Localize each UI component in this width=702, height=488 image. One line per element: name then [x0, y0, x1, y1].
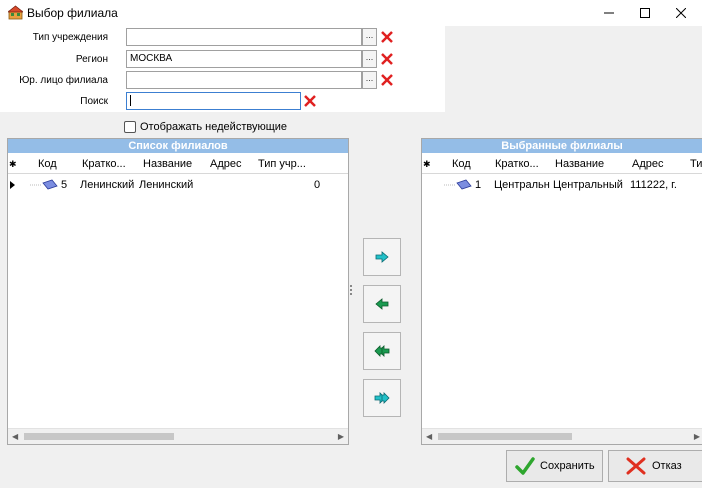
- col-code[interactable]: Код: [38, 158, 57, 170]
- branch-icon: [444, 179, 472, 190]
- selected-list-title: Выбранные филиалы: [422, 139, 702, 153]
- window-title: Выбор филиала: [27, 6, 118, 20]
- col-code[interactable]: Код: [452, 158, 471, 170]
- cell-code: 1: [475, 179, 482, 191]
- scroll-left-icon[interactable]: ◀: [426, 432, 432, 441]
- save-button[interactable]: Сохранить: [506, 450, 603, 482]
- close-window-button[interactable]: [658, 0, 702, 26]
- table-row[interactable]: 5 Ленинский Ленинский 0: [8, 175, 348, 195]
- double-arrow-left-icon: [374, 345, 390, 357]
- cell-name: Ленинский: [139, 179, 194, 191]
- table-row[interactable]: 1 Центральн Центральный 111222, г.: [422, 175, 702, 195]
- selected-list-scrollbar[interactable]: ◀ ▶: [422, 428, 702, 444]
- type-clear-button[interactable]: [378, 28, 395, 46]
- region-clear-button[interactable]: [378, 50, 395, 68]
- legal-entity-field[interactable]: [126, 71, 362, 89]
- cell-short-name: Ленинский: [80, 179, 135, 191]
- scroll-right-icon[interactable]: ▶: [338, 432, 344, 441]
- add-all-button[interactable]: [363, 379, 401, 417]
- region-label: Регион: [75, 54, 108, 65]
- splitter-grip[interactable]: [350, 285, 352, 297]
- col-address[interactable]: Адрес: [632, 158, 664, 170]
- clear-icon: [380, 31, 393, 43]
- title-bar: Выбор филиала: [0, 0, 702, 26]
- search-clear-button[interactable]: [301, 92, 318, 110]
- branch-list-panel: Список филиалов ✱ Код Кратко... Название…: [7, 138, 349, 445]
- legal-entity-label: Юр. лицо филиала: [19, 75, 108, 86]
- cell-name: Центральный: [553, 179, 623, 191]
- legal-entity-lookup-button[interactable]: ...: [362, 71, 377, 89]
- show-inactive-label[interactable]: Отображать недействующие: [140, 121, 287, 133]
- clear-icon: [380, 53, 393, 65]
- col-type[interactable]: Ти: [690, 158, 702, 170]
- type-field[interactable]: [126, 28, 362, 46]
- save-label: Сохранить: [540, 460, 595, 472]
- col-short-name[interactable]: Кратко...: [82, 158, 126, 170]
- clear-icon: [303, 95, 316, 107]
- search-label: Поиск: [80, 96, 108, 107]
- cancel-button[interactable]: Отказ: [608, 450, 702, 482]
- branch-list-header: ✱ Код Кратко... Название Адрес Тип учр..…: [8, 154, 348, 174]
- inactive-row: Отображать недействующие: [0, 112, 445, 136]
- checkmark-icon: [515, 457, 535, 475]
- region-field[interactable]: МОСКВА: [126, 50, 362, 68]
- row-indicator-header: ✱: [423, 159, 431, 169]
- show-inactive-checkbox[interactable]: [124, 121, 136, 133]
- cancel-label: Отказ: [652, 460, 682, 472]
- scroll-thumb[interactable]: [24, 433, 174, 440]
- close-icon: [676, 8, 686, 18]
- filter-spacer: [445, 26, 702, 112]
- app-icon: [8, 5, 23, 20]
- cell-address: 111222, г.: [630, 179, 677, 191]
- maximize-icon: [640, 8, 650, 18]
- arrow-right-icon: [375, 251, 389, 263]
- col-address[interactable]: Адрес: [210, 158, 242, 170]
- current-row-icon: [10, 181, 15, 189]
- selected-list-panel: Выбранные филиалы ✱ Код Кратко... Назван…: [421, 138, 702, 445]
- col-name[interactable]: Название: [143, 158, 192, 170]
- branch-list-scrollbar[interactable]: ◀ ▶: [8, 428, 348, 444]
- scroll-left-icon[interactable]: ◀: [12, 432, 18, 441]
- minimize-icon: [604, 12, 614, 14]
- remove-all-button[interactable]: [363, 332, 401, 370]
- col-name[interactable]: Название: [555, 158, 604, 170]
- branch-list-title: Список филиалов: [8, 139, 348, 153]
- arrow-left-icon: [375, 298, 389, 310]
- filter-form: Тип учреждения ... Регион МОСКВА ... Юр.…: [0, 26, 445, 112]
- cell-code: 5: [61, 179, 68, 191]
- region-lookup-button[interactable]: ...: [362, 50, 377, 68]
- scroll-thumb[interactable]: [438, 433, 572, 440]
- clear-icon: [380, 74, 393, 86]
- scroll-right-icon[interactable]: ▶: [694, 432, 700, 441]
- search-input[interactable]: [126, 92, 301, 110]
- legal-entity-clear-button[interactable]: [378, 71, 395, 89]
- col-type[interactable]: Тип учр...: [258, 158, 306, 170]
- remove-selected-button[interactable]: [363, 285, 401, 323]
- add-selected-button[interactable]: [363, 238, 401, 276]
- cell-short-name: Центральн: [494, 179, 550, 191]
- cross-icon: [626, 457, 646, 475]
- double-arrow-right-icon: [374, 392, 390, 404]
- selected-list-header: ✱ Код Кратко... Название Адрес Ти: [422, 154, 702, 174]
- type-label: Тип учреждения: [32, 32, 108, 43]
- type-lookup-button[interactable]: ...: [362, 28, 377, 46]
- branch-icon: [30, 179, 58, 190]
- text-caret: [130, 95, 131, 106]
- row-indicator-header: ✱: [9, 159, 17, 169]
- col-short-name[interactable]: Кратко...: [495, 158, 539, 170]
- cell-type: 0: [314, 179, 321, 191]
